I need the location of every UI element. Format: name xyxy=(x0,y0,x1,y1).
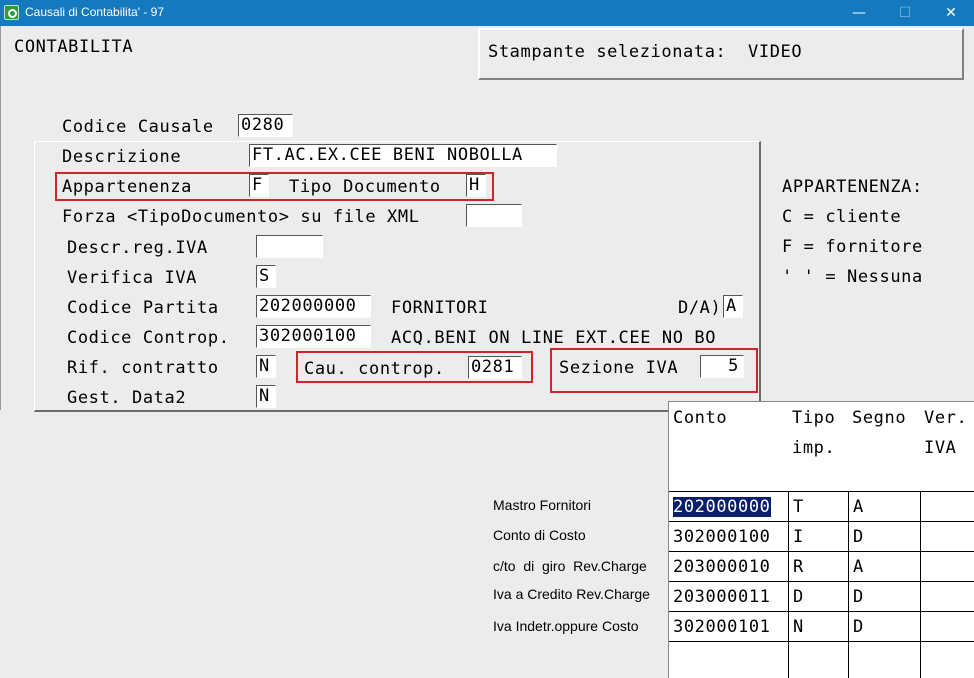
close-button[interactable]: ✕ xyxy=(928,0,974,26)
table-cell-conto[interactable] xyxy=(669,642,788,672)
table-cell-conto[interactable]: 202000000 xyxy=(669,492,788,522)
table-cell-ver[interactable] xyxy=(921,582,974,612)
sezione-iva-field[interactable]: 5 xyxy=(700,355,744,378)
table-cell-segno[interactable] xyxy=(849,642,920,672)
title-bar: Causali di Contabilita' - 97 — ☐ ✕ xyxy=(0,0,974,26)
forza-xml-field[interactable] xyxy=(466,204,522,227)
appartenenza-field[interactable]: F xyxy=(249,174,269,197)
table-cell-tipo[interactable]: T xyxy=(789,492,848,522)
codice-causale-label: Codice Causale xyxy=(62,117,214,137)
rif-contratto-field[interactable]: N xyxy=(256,355,276,378)
module-title: CONTABILITA xyxy=(14,37,134,57)
rif-contratto-label: Rif. contratto xyxy=(67,358,219,378)
row-label: Conto di Costo xyxy=(493,527,586,543)
col-header-tipo: Tipo xyxy=(792,408,836,428)
table-cell-conto-value: 202000000 xyxy=(673,497,771,517)
app-icon xyxy=(4,5,19,20)
col-header-conto: Conto xyxy=(673,408,728,428)
legend-item: C = cliente xyxy=(782,207,902,227)
table-cell-conto[interactable]: 203000010 xyxy=(669,552,788,582)
gest-data2-label: Gest. Data2 xyxy=(67,388,187,408)
table-cell-ver[interactable] xyxy=(921,552,974,582)
table-cell-conto[interactable]: 203000011 xyxy=(669,582,788,612)
window-title: Causali di Contabilita' - 97 xyxy=(25,5,165,19)
table-cell-segno[interactable]: D xyxy=(849,582,920,612)
client-border xyxy=(0,26,1,410)
gest-data2-field[interactable]: N xyxy=(256,385,276,408)
codice-controp-label: Codice Controp. xyxy=(67,328,230,348)
da-field[interactable]: A xyxy=(723,295,743,318)
col-header-ver: Ver. xyxy=(924,408,968,428)
tipo-documento-label: Tipo Documento xyxy=(289,177,441,197)
table-cell-tipo[interactable]: I xyxy=(789,522,848,552)
table-cell-ver[interactable] xyxy=(921,642,974,672)
minimize-button[interactable]: — xyxy=(836,0,882,26)
codice-partita-desc: FORNITORI xyxy=(391,298,489,318)
codice-partita-field[interactable]: 202000000 xyxy=(256,295,371,318)
da-label: D/A) xyxy=(678,298,722,318)
codice-controp-field[interactable]: 302000100 xyxy=(256,325,371,348)
descrizione-field[interactable]: FT.AC.EX.CEE BENI NOBOLLA xyxy=(249,144,557,167)
table-cell-tipo[interactable] xyxy=(789,642,848,672)
descr-reg-iva-label: Descr.reg.IVA xyxy=(67,238,208,258)
row-label: Mastro Fornitori xyxy=(493,497,592,513)
col-header-iva: IVA xyxy=(924,438,957,458)
verifica-iva-field[interactable]: S xyxy=(256,265,276,288)
sezione-iva-label: Sezione IVA xyxy=(559,358,679,378)
table-cell-segno[interactable]: D xyxy=(849,522,920,552)
tipo-documento-field[interactable]: H xyxy=(466,174,486,197)
printer-panel: Stampante selezionata: VIDEO xyxy=(478,28,964,80)
forza-xml-label: Forza <TipoDocumento> su file XML xyxy=(62,207,420,227)
printer-label: Stampante selezionata: VIDEO xyxy=(488,42,803,62)
table-cell-conto[interactable]: 302000101 xyxy=(669,612,788,642)
table-cell-segno[interactable]: A xyxy=(849,492,920,522)
maximize-button[interactable]: ☐ xyxy=(882,0,928,26)
row-label: Iva a Credito Rev.Charge xyxy=(493,586,650,602)
appartenenza-label: Appartenenza xyxy=(62,177,193,197)
table-cell-ver[interactable] xyxy=(921,522,974,552)
codice-partita-label: Codice Partita xyxy=(67,298,219,318)
row-label: Iva Indetr.oppure Costo xyxy=(493,618,639,634)
descrizione-label: Descrizione xyxy=(62,147,182,167)
cau-controp-field[interactable]: 0281 xyxy=(468,356,522,379)
col-header-segno: Segno xyxy=(852,408,907,428)
legend-title: APPARTENENZA: xyxy=(782,177,923,197)
table-cell-tipo[interactable]: D xyxy=(789,582,848,612)
col-header-imp: imp. xyxy=(792,438,836,458)
client-area-lower xyxy=(0,410,668,678)
table-cell-ver[interactable] xyxy=(921,492,974,522)
legend-item: ' ' = Nessuna xyxy=(782,267,923,287)
table-cell-ver[interactable] xyxy=(921,612,974,642)
table-cell-conto[interactable]: 302000100 xyxy=(669,522,788,552)
legend-item: F = fornitore xyxy=(782,237,923,257)
table-cell-tipo[interactable]: N xyxy=(789,612,848,642)
table-cell-tipo[interactable]: R xyxy=(789,552,848,582)
descr-reg-iva-field[interactable] xyxy=(256,235,323,258)
row-label: c/to di giro Rev.Charge xyxy=(493,558,647,574)
cau-controp-label: Cau. controp. xyxy=(304,359,445,379)
accounts-table: Conto Tipo imp. Segno Ver. IVA 202000000… xyxy=(668,401,974,678)
table-cell-segno[interactable]: A xyxy=(849,552,920,582)
verifica-iva-label: Verifica IVA xyxy=(67,268,198,288)
codice-controp-desc: ACQ.BENI ON LINE EXT.CEE NO BO xyxy=(391,328,717,348)
table-cell-segno[interactable]: D xyxy=(849,612,920,642)
codice-causale-field[interactable]: 0280 xyxy=(238,114,293,137)
